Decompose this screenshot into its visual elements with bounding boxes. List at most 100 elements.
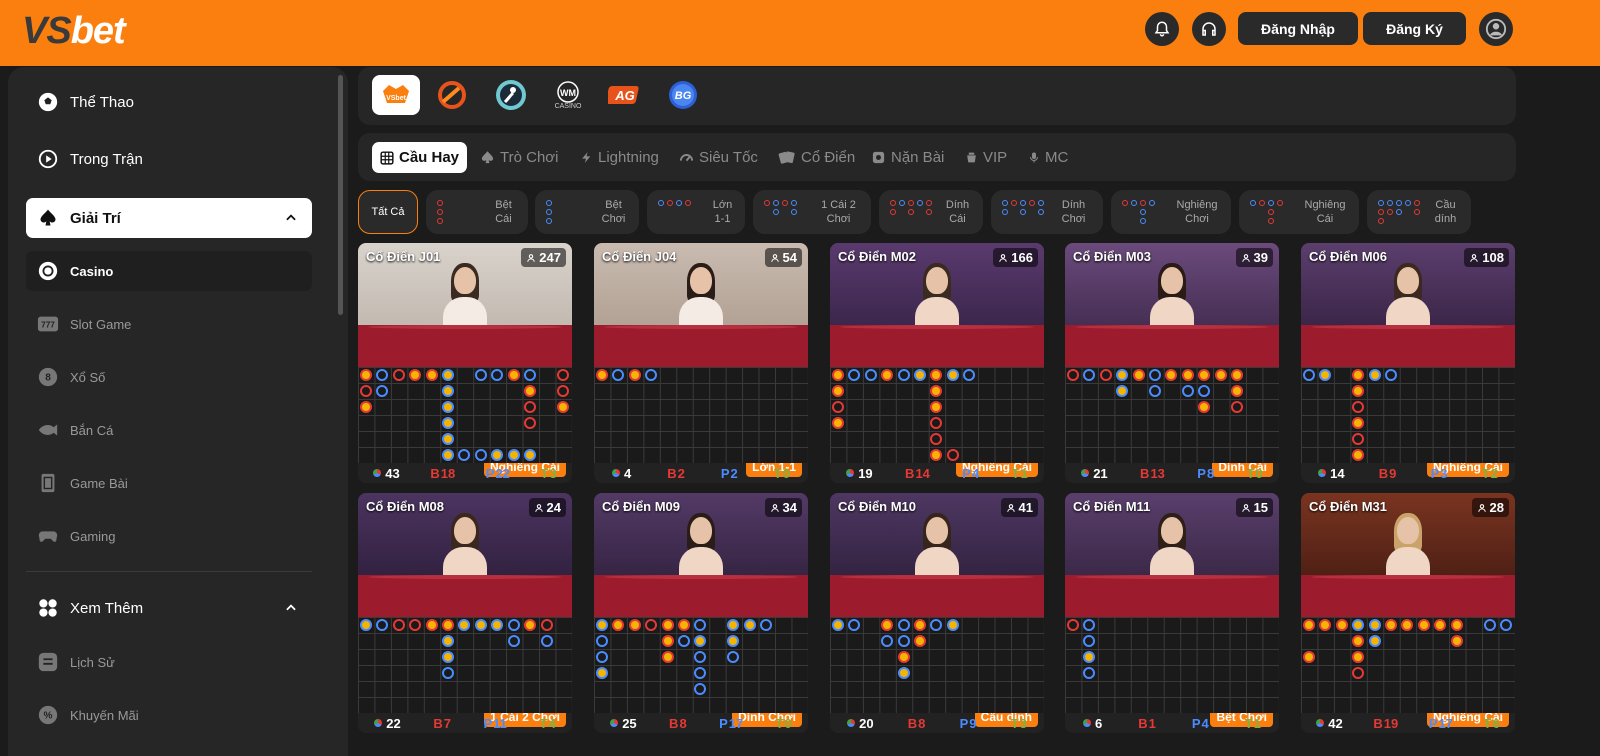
chevron-up-icon[interactable] xyxy=(284,601,298,615)
tab-nan-bai[interactable]: Nặn Bài xyxy=(871,142,944,173)
result-stats: 22 B7 P11 T4 xyxy=(358,713,572,733)
filter-label: Lớn 1-1 xyxy=(712,199,733,225)
player-count-badge: 28 xyxy=(1471,498,1509,517)
pattern-icon xyxy=(889,199,934,226)
filter-label: Tất Cả xyxy=(371,206,405,218)
tab-sieu-toc[interactable]: Siêu Tốc xyxy=(679,142,758,173)
headset-icon[interactable] xyxy=(1192,12,1226,46)
game-card[interactable]: Cổ Điển M31 28 Nghiêng Cái 42 B19 P17 T6 xyxy=(1301,493,1515,733)
user-icon xyxy=(534,503,543,512)
game-card[interactable]: Cổ Điển M09 34 Dính Chơi 25 B8 P17 T0 xyxy=(594,493,808,733)
tab-tro-choi[interactable]: Trò Chơi xyxy=(480,142,558,173)
login-button[interactable]: Đăng Nhập xyxy=(1238,12,1358,45)
provider-d[interactable] xyxy=(428,75,476,115)
filter-chip-bet-choi[interactable]: Bệt Chơi xyxy=(535,190,639,234)
tab-vip[interactable]: VIP xyxy=(965,142,1007,173)
register-button[interactable]: Đăng Ký xyxy=(1363,12,1466,45)
filter-chip-nghieng-choi[interactable]: Nghiêng Chơi xyxy=(1111,190,1231,234)
user-icon xyxy=(1241,253,1250,262)
squeeze-card-icon xyxy=(872,151,885,164)
game-title: Cổ Điển M03 xyxy=(1073,249,1152,264)
pattern-icon xyxy=(436,199,481,226)
game-card[interactable]: Cổ Điển M02 166 Nghiêng Cái 19 B14 P4 T1 xyxy=(830,243,1044,483)
filter-chip-bet-cai[interactable]: Bệt Cái xyxy=(426,190,528,234)
game-card[interactable]: Cổ Điển M08 24 1 Cái 2 Chơi 22 B7 P11 T4 xyxy=(358,493,572,733)
sidebar-scrollbar[interactable] xyxy=(338,75,343,315)
sidebar-item-game-bai[interactable]: Game Bài xyxy=(26,463,312,503)
chevron-up-icon[interactable] xyxy=(284,211,298,225)
user-icon xyxy=(770,503,779,512)
tab-mc[interactable]: MC xyxy=(1028,142,1068,173)
vsbet-logo-icon: VSbet xyxy=(383,85,409,103)
game-card[interactable]: Cổ Điển M06 108 Nghiêng Cái 14 B9 P3 T2 xyxy=(1301,243,1515,483)
slot-777-icon: 777 xyxy=(26,313,70,335)
svg-text:WM: WM xyxy=(560,88,576,98)
provider-wm-casino[interactable]: WM CASINO xyxy=(544,75,592,115)
casino-chip-icon xyxy=(26,260,70,282)
filter-chip-tat-ca[interactable]: Tất Cả xyxy=(358,190,418,234)
player-count-badge: 15 xyxy=(1235,498,1273,517)
user-icon xyxy=(1006,503,1015,512)
sidebar-item-ban-ca[interactable]: Bắn Cá xyxy=(26,410,312,450)
player-count-badge: 54 xyxy=(764,248,802,267)
pattern-icon xyxy=(1377,199,1422,226)
filter-chip-dinh-cai[interactable]: Dính Cái xyxy=(879,190,983,234)
game-card[interactable]: Cổ Điển M03 39 Dính Cái 21 B13 P8 T0 xyxy=(1065,243,1279,483)
fish-icon xyxy=(26,419,70,441)
provider-e[interactable] xyxy=(487,75,535,115)
bell-icon[interactable] xyxy=(1145,12,1179,46)
tab-label: VIP xyxy=(983,149,1008,166)
site-logo[interactable]: VSbet xyxy=(22,10,126,53)
provider-bg[interactable]: BG xyxy=(659,75,707,115)
svg-text:BG: BG xyxy=(675,90,692,102)
filter-chip-1-cai-2-choi[interactable]: 1 Cái 2 Chơi xyxy=(753,190,871,234)
sidebar-item-lich-su[interactable]: Lịch Sử xyxy=(26,642,312,682)
filter-label: Bệt Chơi xyxy=(601,199,626,225)
game-card[interactable]: Cổ Điển M11 15 Bệt Chơi 6 B1 P4 T1 xyxy=(1065,493,1279,733)
sidebar-item-label: Game Bài xyxy=(70,475,128,491)
game-title: Cổ Điển M02 xyxy=(838,249,917,264)
sidebar-item-slot-game[interactable]: 777 Slot Game xyxy=(26,304,312,344)
game-card[interactable]: Cổ Điển M10 41 Cầu dính 20 B8 P9 T3 xyxy=(830,493,1044,733)
pattern-icon xyxy=(657,199,702,226)
result-stats: 25 B8 P17 T0 xyxy=(594,713,808,733)
filter-label: Cầu dính xyxy=(1434,199,1457,225)
game-title: Cổ Điển M06 xyxy=(1309,249,1388,264)
user-icon[interactable] xyxy=(1479,12,1513,46)
sidebar-item-khuyen-mai[interactable]: % Khuyến Mãi xyxy=(26,695,312,735)
cards-icon xyxy=(26,472,70,494)
player-count-badge: 108 xyxy=(1464,248,1509,267)
sidebar-item-trong-tran[interactable]: Trong Trận xyxy=(26,139,312,179)
game-card[interactable]: Cổ Điển J01 247 Nghiêng Cái 43 B18 P22 T… xyxy=(358,243,572,483)
road-map xyxy=(1301,367,1515,463)
game-card[interactable]: Cổ Điển J04 54 Lớn 1-1 4 B2 P2 T0 xyxy=(594,243,808,483)
result-stats: 4 B2 P2 T0 xyxy=(594,463,808,483)
filter-chip-nghieng-cai[interactable]: Nghiêng Cái xyxy=(1239,190,1359,234)
sidebar-item-casino[interactable]: Casino xyxy=(26,251,312,291)
sidebar-item-xo-so[interactable]: 8 Xổ Số xyxy=(26,357,312,397)
tab-cau-hay[interactable]: Cầu Hay xyxy=(372,142,468,173)
provider-ag[interactable]: AG xyxy=(601,75,649,115)
provider-vsbet[interactable]: VSbet xyxy=(372,75,420,115)
player-count-badge: 166 xyxy=(993,248,1038,267)
user-icon xyxy=(999,253,1008,262)
game-title: Cổ Điển J01 xyxy=(366,249,441,264)
sidebar-item-gaming[interactable]: Gaming xyxy=(26,516,312,556)
sidebar-item-label: Giải Trí xyxy=(70,209,121,227)
tab-lightning[interactable]: Lightning xyxy=(580,142,659,173)
lightning-icon xyxy=(582,152,591,163)
sidebar-item-label: Xem Thêm xyxy=(70,599,144,617)
sidebar-item-giai-tri[interactable]: Giải Trí xyxy=(26,198,312,238)
sidebar-item-the-thao[interactable]: Thể Thao xyxy=(26,82,312,122)
sidebar-item-xem-them[interactable]: Xem Thêm xyxy=(26,588,312,628)
sidebar-item-label: Casino xyxy=(70,263,114,279)
filter-chip-cau-dinh[interactable]: Cầu dính xyxy=(1367,190,1471,234)
vip-icon xyxy=(967,152,976,163)
lottery-8-icon: 8 xyxy=(26,366,70,388)
sidebar-item-label: Xổ Số xyxy=(70,369,106,385)
filter-chip-dinh-choi[interactable]: Dính Chơi xyxy=(991,190,1103,234)
promo-icon: % xyxy=(26,704,70,726)
tab-co-dien[interactable]: Cổ Điển xyxy=(778,142,855,173)
road-map xyxy=(830,367,1044,463)
filter-chip-lon-1-1[interactable]: Lớn 1-1 xyxy=(647,190,745,234)
